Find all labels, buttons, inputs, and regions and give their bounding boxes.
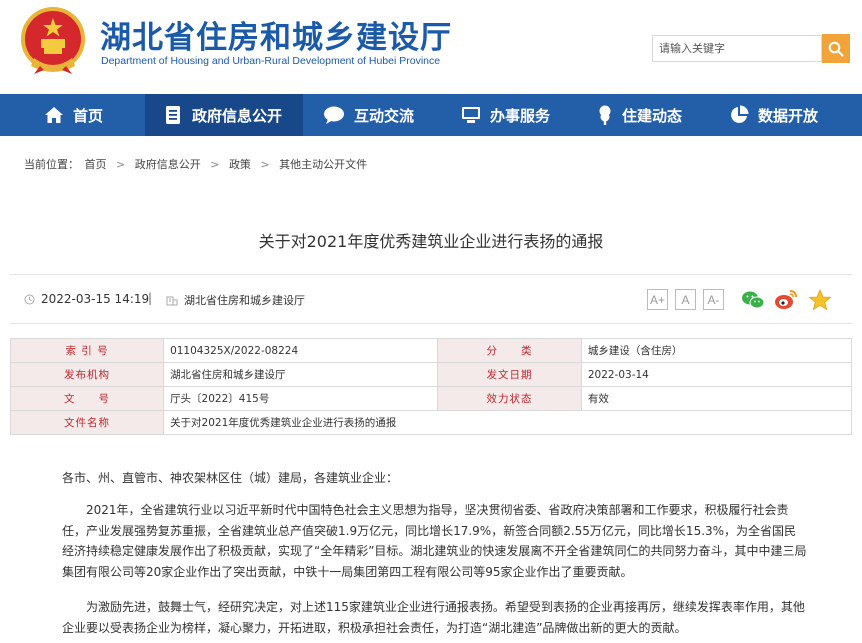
breadcrumb-separator: > (260, 158, 270, 171)
nav-item-label: 数据开放 (758, 106, 819, 125)
breadcrumb-policy[interactable]: 政策 (229, 158, 251, 171)
search-icon (828, 41, 844, 57)
info-value-issue-date: 2022-03-14 (580, 362, 853, 387)
search-input[interactable] (653, 36, 813, 61)
clock-icon (24, 294, 35, 304)
monitor-icon (462, 107, 480, 123)
article-source-text: 湖北省住房和城乡建设厅 (184, 294, 305, 307)
info-value-publisher: 湖北省住房和城乡建设厅 (163, 362, 439, 387)
breadcrumb-separator: > (210, 158, 220, 171)
breadcrumb-prefix: 当前位置： (24, 158, 79, 171)
nav-item-gov-info[interactable]: 政府信息公开 (145, 94, 303, 136)
weibo-icon[interactable] (774, 289, 798, 311)
article-date-text: 2022-03-15 14:19 (41, 292, 150, 306)
meta-divider: | (148, 291, 153, 305)
site-subtitle: Department of Housing and Urban-Rural De… (101, 55, 441, 67)
info-key-index: 索 引 号 (9, 338, 165, 363)
nav-item-open-data[interactable]: 数据开放 (709, 94, 862, 136)
table-row: 文 号 厅头〔2022〕415号 效力状态 有效 (9, 386, 853, 411)
info-value-status: 有效 (580, 386, 853, 411)
table-row: 发布机构 湖北省住房和城乡建设厅 发文日期 2022-03-14 (9, 362, 853, 387)
nav-item-label: 互动交流 (354, 106, 415, 125)
info-value-doc-number: 厅头〔2022〕415号 (163, 386, 439, 411)
breadcrumb-separator: > (116, 158, 126, 171)
info-value-category: 城乡建设（含住房） (580, 338, 853, 363)
nav-item-services[interactable]: 办事服务 (441, 94, 577, 136)
info-value-doc-name: 关于对2021年度优秀建筑业企业进行表扬的通报 (163, 410, 852, 435)
font-size-decrease-button[interactable]: A- (703, 289, 724, 310)
search-box (652, 35, 822, 62)
article-paragraph: 2021年，全省建筑行业以习近平新时代中国特色社会主义思想为指导，坚决贯彻省委、… (62, 503, 807, 579)
wechat-icon[interactable] (741, 289, 765, 311)
nav-item-label: 首页 (73, 106, 104, 125)
font-size-increase-button[interactable]: A+ (647, 289, 668, 310)
search-button[interactable] (822, 34, 850, 63)
nav-item-interaction[interactable]: 互动交流 (303, 94, 441, 136)
info-key-doc-name: 文件名称 (9, 410, 165, 435)
nav-item-label: 政府信息公开 (192, 106, 283, 125)
breadcrumb-home[interactable]: 首页 (85, 158, 107, 171)
info-key-doc-number: 文 号 (9, 386, 165, 411)
info-value-index: 01104325X/2022-08224 (163, 338, 439, 363)
article-title: 关于对2021年度优秀建筑业企业进行表扬的通报 (258, 232, 604, 251)
font-size-default-button[interactable]: A (675, 289, 696, 310)
nav-item-news[interactable]: 住建动态 (577, 94, 709, 136)
article-meta: 2022-03-15 14:19 | 湖北省住房和城乡建设厅 A+ A A- (10, 274, 852, 324)
article-salutation: 各市、州、直管市、神农架林区住（城）建局，各建筑业企业： (62, 471, 399, 485)
info-key-category: 分 类 (437, 338, 582, 363)
document-icon (166, 106, 180, 124)
site-header: 湖北省住房和城乡建设厅 Department of Housing and Ur… (0, 0, 862, 94)
breadcrumb-gov-info[interactable]: 政府信息公开 (135, 158, 201, 171)
national-emblem-icon[interactable] (20, 6, 86, 76)
article-paragraph: 为激励先进，鼓舞士气，经研究决定，对上述115家建筑业企业进行通报表扬。希望受到… (62, 600, 805, 635)
article-source: 湖北省住房和城乡建设厅 (166, 292, 305, 308)
nav-item-home[interactable]: 首页 (0, 94, 145, 136)
chat-bubble-icon (324, 106, 344, 124)
building-icon (166, 296, 178, 306)
home-icon (45, 107, 63, 123)
article-date: 2022-03-15 14:19 (24, 292, 149, 306)
table-row: 文件名称 关于对2021年度优秀建筑业企业进行表扬的通报 (9, 410, 852, 435)
breadcrumb-current[interactable]: 其他主动公开文件 (279, 158, 367, 171)
pie-chart-icon (731, 105, 749, 123)
tree-icon (599, 105, 611, 125)
info-key-publisher: 发布机构 (9, 362, 165, 387)
table-row: 索 引 号 01104325X/2022-08224 分 类 城乡建设（含住房） (9, 338, 853, 363)
breadcrumb: 当前位置： 首页 > 政府信息公开 > 政策 > 其他主动公开文件 (24, 156, 373, 172)
document-info-table: 索 引 号 01104325X/2022-08224 分 类 城乡建设（含住房）… (9, 338, 853, 435)
main-nav: 首页 政府信息公开 互动交流 办事服务 住建动态 数据开放 (0, 94, 862, 136)
nav-item-label: 办事服务 (490, 106, 551, 125)
favorite-star-icon[interactable] (808, 289, 832, 311)
info-key-status: 效力状态 (437, 386, 582, 411)
nav-item-label: 住建动态 (622, 106, 683, 125)
info-key-issue-date: 发文日期 (437, 362, 582, 387)
site-title[interactable]: 湖北省住房和城乡建设厅 (100, 12, 452, 57)
